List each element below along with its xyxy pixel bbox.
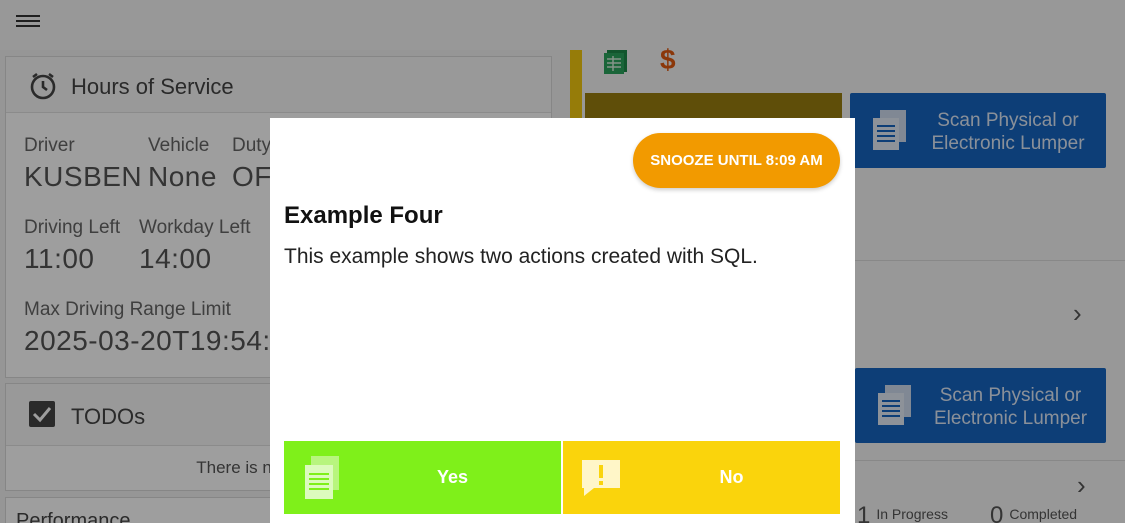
notification-dialog: SNOOZE UNTIL 8:09 AM Example Four This e… <box>270 118 855 523</box>
yes-label: Yes <box>436 467 469 487</box>
document-list-icon <box>305 456 339 499</box>
yes-button[interactable]: Yes <box>284 441 561 514</box>
no-label: No <box>719 467 744 487</box>
alert-message-icon <box>582 460 620 496</box>
no-button[interactable]: No <box>563 441 840 514</box>
dialog-title: Example Four <box>284 202 443 229</box>
dialog-message: This example shows two actions created w… <box>284 245 758 268</box>
snooze-button[interactable]: SNOOZE UNTIL 8:09 AM <box>633 133 840 188</box>
